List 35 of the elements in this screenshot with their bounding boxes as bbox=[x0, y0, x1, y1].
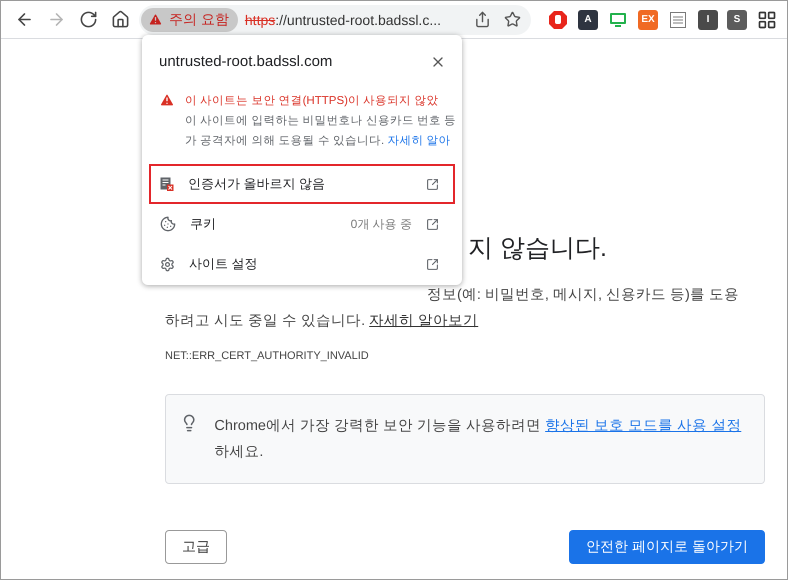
tip-text: Chrome에서 가장 강력한 보안 기능을 사용하려면 향상된 보호 모드를 사용 설정 하세요. bbox=[214, 417, 742, 462]
warning-icon bbox=[148, 12, 163, 27]
external-link-icon bbox=[426, 218, 439, 230]
warning-paragraph: 정보(예: 비밀번호, 메시지, 신용카드 등)를 도용 하려고 시도 중일 수 있습니다. 자세히 알아보기 bbox=[165, 286, 740, 331]
reload-icon[interactable] bbox=[78, 10, 98, 29]
page-heading: 지 않습니다. bbox=[468, 233, 608, 264]
warning-text: 이 사이트에 입력하는 비밀번호나 신용카드 번호 등 bbox=[185, 114, 456, 129]
error-code: NET::ERR_CERT_AUTHORITY_INVALID bbox=[165, 350, 370, 362]
learn-more-link[interactable]: 자세히 알아보기 bbox=[369, 313, 478, 329]
site-info-row[interactable]: 인증서가 올바르지 않음 bbox=[149, 164, 455, 204]
learn-more-link[interactable]: 자세히 알아 bbox=[387, 135, 451, 147]
warning-text: 이 사이트는 보안 연결(HTTPS)이 사용되지 않았 bbox=[185, 94, 440, 109]
settings-icon bbox=[160, 256, 175, 272]
warning-text: 가 공격자에 의해 도용될 수 있습니다. 자세히 알아 bbox=[185, 134, 452, 149]
star-icon[interactable] bbox=[504, 11, 520, 28]
url-text: https://untrusted-root.badssl.c... bbox=[244, 12, 442, 28]
site-info-row[interactable]: 쿠키 0개 사용 중 bbox=[149, 204, 455, 244]
advanced-button[interactable]: 고급 bbox=[165, 530, 227, 564]
extension-icon[interactable]: S bbox=[727, 10, 747, 30]
site-host: untrusted-root.badssl.com bbox=[159, 53, 332, 70]
external-link-icon bbox=[426, 258, 439, 270]
enhanced-protection-link[interactable]: 향상된 보호 모드를 사용 설정 bbox=[545, 418, 742, 434]
share-icon[interactable] bbox=[474, 11, 490, 28]
external-link-icon bbox=[426, 178, 439, 190]
site-info-row[interactable]: 사이트 설정 bbox=[149, 244, 455, 284]
back-to-safety-button[interactable]: 안전한 페이지로 돌아가기 bbox=[569, 530, 765, 564]
extension-icon[interactable]: A bbox=[578, 10, 598, 30]
grid-icon[interactable] bbox=[756, 8, 778, 30]
certificate-icon bbox=[160, 177, 174, 191]
home-icon[interactable] bbox=[110, 10, 130, 29]
cookie-icon bbox=[160, 216, 176, 232]
warning-icon bbox=[159, 92, 175, 108]
extension-icon[interactable]: I bbox=[698, 10, 718, 30]
cookie-count: 0개 사용 중 bbox=[350, 216, 412, 232]
address-bar[interactable]: 주의 요함 https://untrusted-root.badssl.c... bbox=[139, 4, 531, 34]
